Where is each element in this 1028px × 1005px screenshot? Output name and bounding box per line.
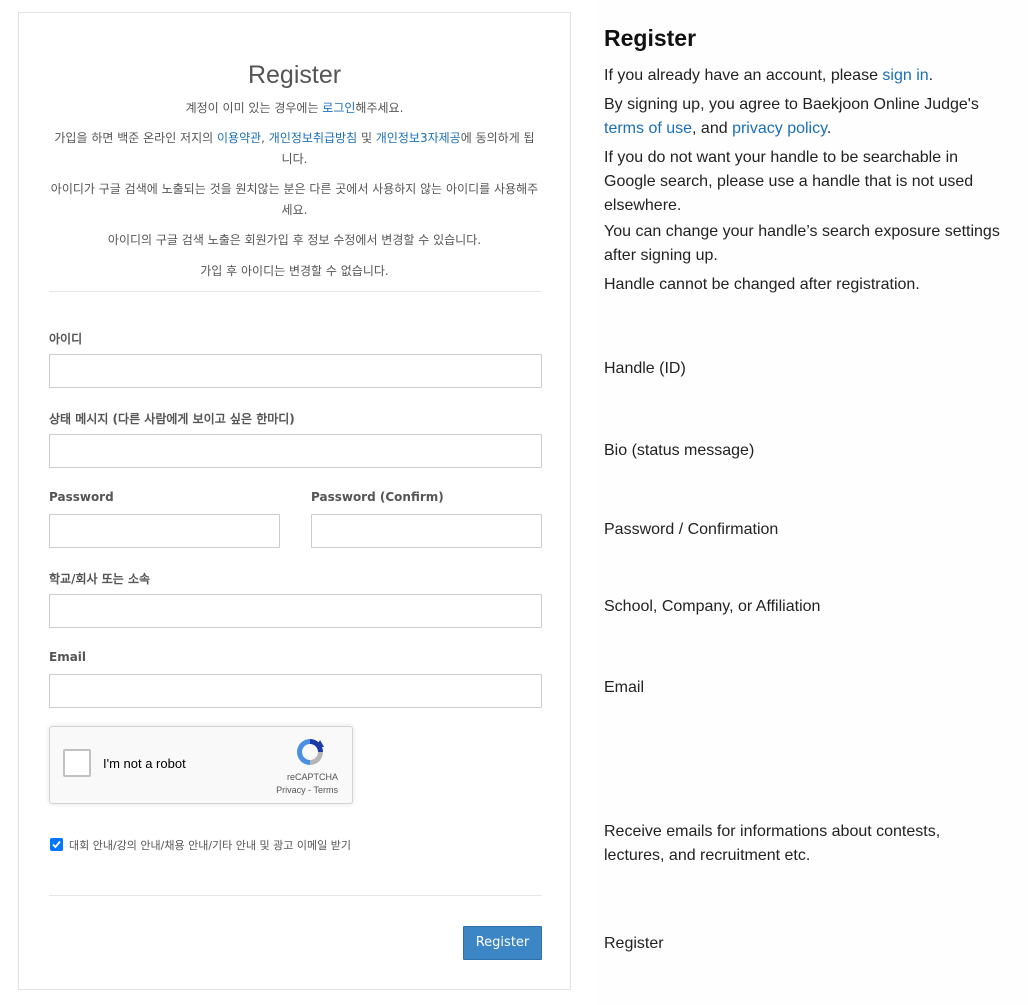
translation-password-label: Password / Confirmation [604,521,779,538]
translation-terms-link[interactable]: terms of use [604,120,692,137]
translation-email-label: Email [604,679,645,696]
email-label: Email [49,650,87,664]
password-confirm-label: Password (Confirm) [311,490,444,504]
divider [49,291,542,292]
handle-input[interactable] [49,354,542,388]
translation-signin-link[interactable]: sign in [882,67,928,84]
bio-input[interactable] [49,434,542,468]
translation-panel: Register If you already have an account,… [596,0,1028,1005]
translation-privacy-link[interactable]: privacy policy [732,120,827,137]
login-link[interactable]: 로그인 [322,101,355,115]
login-notice: 계정이 이미 있는 경우에는 로그인해주세요. [185,101,404,115]
translation-agreement: By signing up, you agree to Baekjoon Onl… [604,96,979,137]
translation-bio-label: Bio (status message) [604,442,755,459]
translation-exposure-notice: You can change your handle’s search expo… [604,223,1000,264]
handle-label: 아이디 [49,332,83,346]
divider-bottom [49,895,542,896]
exposure-notice: 아이디의 구글 검색 노출은 회원가입 후 정보 수정에서 변경할 수 있습니다… [107,233,482,247]
agreement-notice: 가입을 하면 백준 온라인 저지의 이용약관, 개인정보취급방침 및 개인정보3… [54,131,535,166]
recaptcha-checkbox[interactable] [63,749,91,777]
register-button[interactable]: Register [463,926,542,960]
check-icon [52,840,61,849]
password-label: Password [49,490,114,504]
email-optin-checkbox[interactable] [50,838,63,851]
recaptcha-widget: I'm not a robot reCAPTCHA Privacy - Term… [49,726,353,804]
register-form-panel: Register 계정이 이미 있는 경우에는 로그인해주세요. 가입을 하면 … [18,12,571,990]
privacy-link[interactable]: 개인정보취급방침 [269,131,357,145]
recaptcha-terms-link[interactable]: Terms [314,785,339,795]
handle-notice: 가입 후 아이디는 변경할 수 없습니다. [200,264,389,278]
school-input[interactable] [49,594,542,628]
page-title: Register [247,61,342,89]
email-input[interactable] [49,674,542,708]
translation-optin-label: Receive emails for informations about co… [604,823,941,864]
school-label: 학교/회사 또는 소속 [49,572,151,586]
bio-label: 상태 메시지 (다른 사람에게 보이고 싶은 한마디) [49,412,295,426]
password-input[interactable] [49,514,280,548]
recaptcha-brand: reCAPTCHA [286,772,338,782]
recaptcha-label: I'm not a robot [103,756,186,771]
password-confirm-input[interactable] [311,514,542,548]
recaptcha-links: Privacy - Terms [276,785,338,795]
recaptcha-logo-icon [297,739,324,765]
third-party-link[interactable]: 개인정보3자제공 [376,131,461,145]
translation-title: Register [604,25,697,51]
translation-register-label: Register [604,935,664,952]
email-optin-label: 대회 안내/강의 안내/채용 안내/기타 안내 및 광고 이메일 받기 [69,839,351,852]
recaptcha-privacy-link[interactable]: Privacy [276,785,306,795]
translation-signin-notice: If you already have an account, please s… [604,67,934,84]
terms-link[interactable]: 이용약관 [217,131,261,145]
translation-handle-notice: Handle cannot be changed after registrat… [604,276,920,293]
translation-search-notice: If you do not want your handle to be sea… [604,149,974,214]
translation-school-label: School, Company, or Affiliation [604,598,821,615]
translation-handle-label: Handle (ID) [604,360,686,377]
search-notice: 아이디가 구글 검색에 노출되는 것을 원치않는 분은 다른 곳에서 사용하지 … [50,182,539,217]
